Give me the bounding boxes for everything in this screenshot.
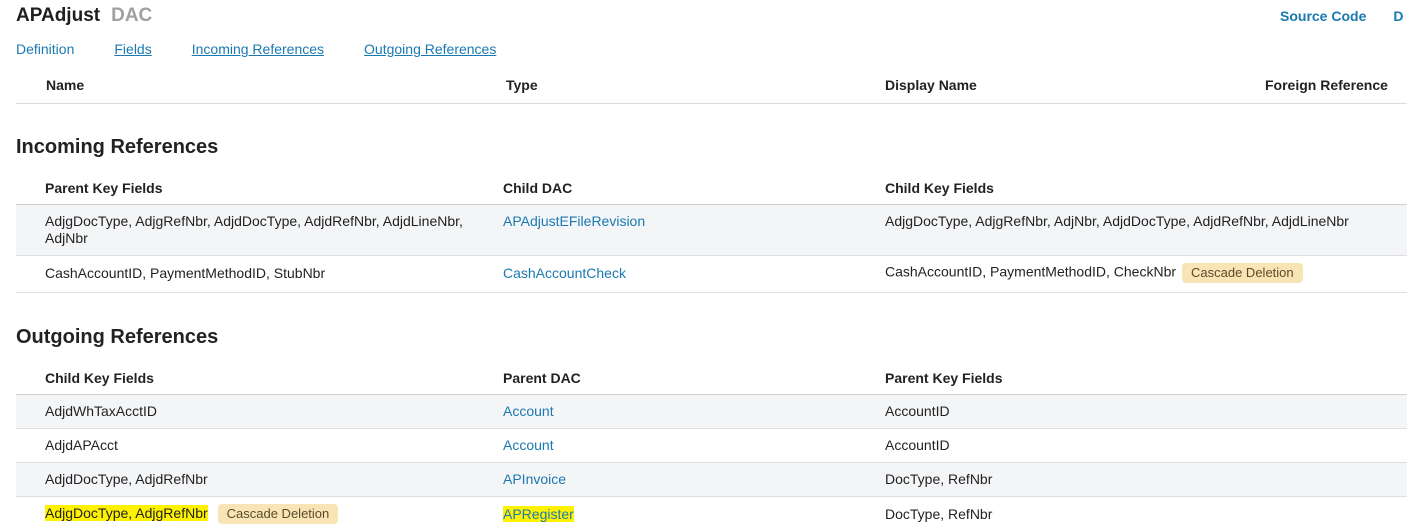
column-header-name: Name [46,77,85,93]
parent-key-fields-cell: AccountID [885,403,950,419]
table-row: AdjdWhTaxAcctID Account AccountID [16,395,1407,429]
child-key-fields-cell: AdjgDocType, AdjgRefNbr, AdjNbr, AdjdDoc… [885,213,1349,229]
cut-off-link[interactable]: D [1393,8,1403,24]
child-key-fields-cell: AdjdDocType, AdjdRefNbr [45,471,208,487]
table-row: AdjgDocType, AdjgRefNbr Cascade Deletion … [16,497,1407,531]
parent-key-fields-cell: DocType, RefNbr [885,506,993,522]
column-header-child-key-fields: Child Key Fields [45,370,154,386]
parent-key-fields-cell: AdjgDocType, AdjgRefNbr, AdjdDocType, Ad… [45,213,463,246]
nav-fields[interactable]: Fields [114,41,151,57]
cascade-deletion-badge: Cascade Deletion [1182,263,1303,283]
table-row: AdjgDocType, AdjgRefNbr, AdjdDocType, Ad… [16,205,1407,256]
table-row: AdjdAPAcct Account AccountID [16,429,1407,463]
parent-dac-link[interactable]: Account [503,437,863,454]
column-header-parent-dac: Parent DAC [503,370,581,386]
highlighted-parent-dac[interactable]: APRegister [503,506,574,522]
table-row: CashAccountID, PaymentMethodID, StubNbr … [16,256,1407,293]
column-header-type: Type [506,77,538,93]
dac-reference-page: APAdjust DAC Source Code D Definition Fi… [0,0,1407,531]
page-title: APAdjust DAC [16,5,152,33]
child-key-fields-cell: AdjgDocType, AdjgRefNbr Cascade Deletion [45,504,485,524]
column-header-parent-key-fields: Parent Key Fields [45,180,163,196]
parent-key-fields-cell: DocType, RefNbr [885,471,993,487]
parent-key-fields-cell: CashAccountID, PaymentMethodID, StubNbr [45,265,326,281]
parent-key-fields-cell: AccountID [885,437,950,453]
incoming-references-heading: Incoming References [16,136,219,158]
child-key-fields-cell: AdjdWhTaxAcctID [45,403,158,419]
table-header: Child Key Fields Parent DAC Parent Key F… [16,362,1407,395]
cascade-deletion-badge: Cascade Deletion [217,504,339,524]
section-nav: Definition Fields Incoming References Ou… [16,41,536,57]
fields-table-header: Name Type Display Name Foreign Reference [16,74,1407,104]
outgoing-references-table: Child Key Fields Parent DAC Parent Key F… [16,362,1407,531]
child-dac-link[interactable]: CashAccountCheck [503,265,863,282]
table-row: AdjdDocType, AdjdRefNbr APInvoice DocTyp… [16,463,1407,497]
outgoing-references-heading: Outgoing References [16,326,219,348]
highlighted-child-key-fields: AdjgDocType, AdjgRefNbr [45,504,208,521]
child-key-fields-text: CashAccountID, PaymentMethodID, CheckNbr [885,263,1177,280]
child-key-fields-cell: AdjdAPAcct [45,437,118,453]
header-links: Source Code D [1280,8,1403,24]
nav-definition[interactable]: Definition [16,41,74,57]
parent-dac-link[interactable]: APRegister [503,506,863,523]
column-header-child-dac: Child DAC [503,180,573,196]
dac-name: APAdjust [16,5,101,26]
column-header-child-key-fields: Child Key Fields [885,180,994,196]
incoming-references-table: Parent Key Fields Child DAC Child Key Fi… [16,172,1407,293]
dac-kind: DAC [111,5,153,26]
child-key-fields-cell: CashAccountID, PaymentMethodID, CheckNbr… [885,263,1405,283]
nav-outgoing-references[interactable]: Outgoing References [364,41,496,57]
child-dac-link[interactable]: APAdjustEFileRevision [503,213,863,230]
column-header-parent-key-fields: Parent Key Fields [885,370,1003,386]
parent-dac-link[interactable]: Account [503,403,863,420]
column-header-foreign-reference: Foreign Reference [1265,77,1388,93]
column-header-display-name: Display Name [885,77,977,93]
table-header: Parent Key Fields Child DAC Child Key Fi… [16,172,1407,205]
nav-incoming-references[interactable]: Incoming References [192,41,324,57]
parent-dac-link[interactable]: APInvoice [503,471,863,488]
source-code-link[interactable]: Source Code [1280,8,1366,24]
